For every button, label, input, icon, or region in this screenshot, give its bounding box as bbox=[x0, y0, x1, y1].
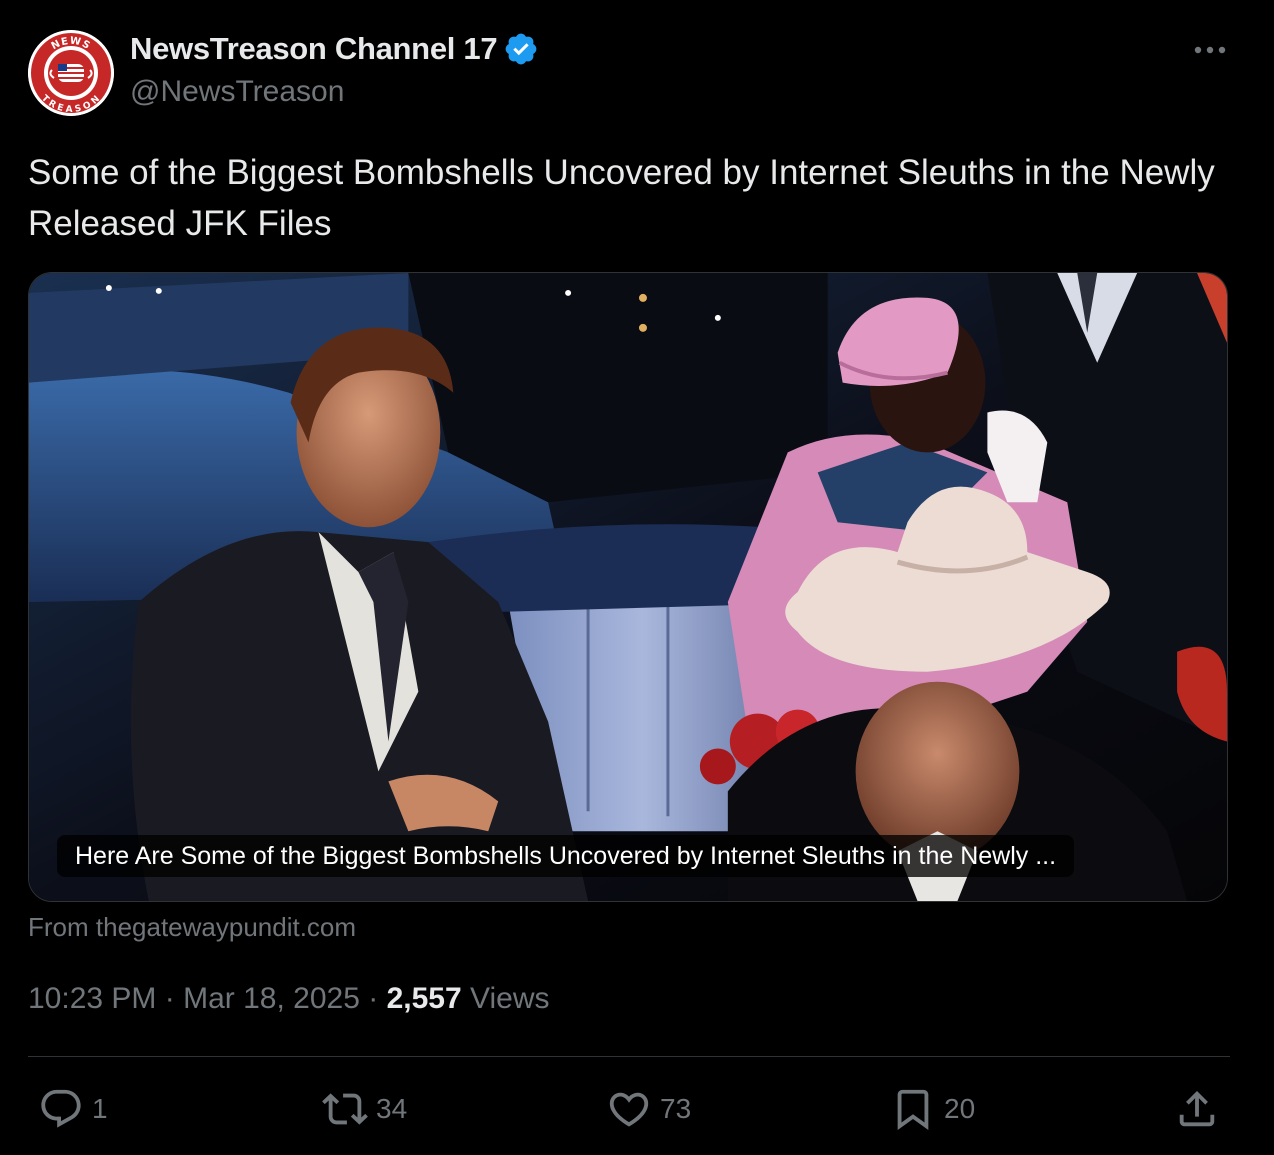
display-name[interactable]: NewsTreason Channel 17 bbox=[130, 31, 539, 67]
share-button[interactable] bbox=[1174, 1086, 1220, 1132]
tweet-meta: 10:23 PM · Mar 18, 2025 · 2,557 Views bbox=[28, 982, 549, 1016]
reply-button[interactable]: 1 bbox=[38, 1086, 108, 1132]
heart-icon bbox=[609, 1092, 649, 1127]
meta-separator: · bbox=[368, 982, 379, 1015]
verified-badge-icon[interactable] bbox=[503, 31, 539, 67]
display-name-text: NewsTreason Channel 17 bbox=[130, 31, 498, 66]
like-count: 73 bbox=[660, 1093, 692, 1124]
link-source[interactable]: From thegatewaypundit.com bbox=[28, 912, 356, 943]
like-button[interactable]: 73 bbox=[606, 1086, 691, 1132]
views-label: Views bbox=[470, 982, 550, 1015]
tweet-time[interactable]: 10:23 PM bbox=[28, 982, 156, 1015]
share-icon bbox=[1179, 1090, 1215, 1127]
tweet-date[interactable]: Mar 18, 2025 bbox=[183, 982, 360, 1015]
retweet-count: 34 bbox=[376, 1093, 408, 1124]
avatar[interactable]: NEWS TREASON bbox=[28, 30, 114, 116]
retweet-icon bbox=[322, 1093, 368, 1125]
tweet-text: Some of the Biggest Bombshells Uncovered… bbox=[28, 153, 1215, 243]
bookmark-icon bbox=[897, 1089, 929, 1130]
reply-icon bbox=[41, 1089, 81, 1128]
bookmark-count: 20 bbox=[944, 1093, 976, 1124]
divider bbox=[28, 1056, 1230, 1057]
bookmark-button[interactable]: 20 bbox=[890, 1086, 975, 1132]
retweet-button[interactable]: 34 bbox=[322, 1086, 407, 1132]
reply-count: 1 bbox=[92, 1093, 108, 1124]
more-options-button[interactable] bbox=[1188, 30, 1232, 70]
meta-separator: · bbox=[164, 982, 175, 1015]
more-horizontal-icon bbox=[1194, 46, 1226, 54]
link-card-caption: Here Are Some of the Biggest Bombshells … bbox=[57, 835, 1075, 877]
link-card[interactable]: Here Are Some of the Biggest Bombshells … bbox=[28, 272, 1228, 902]
article-photo bbox=[29, 273, 1227, 901]
account-handle[interactable]: @NewsTreason bbox=[130, 75, 344, 109]
newstreason-logo: NEWS TREASON bbox=[28, 30, 114, 116]
views-count: 2,557 bbox=[386, 982, 462, 1015]
